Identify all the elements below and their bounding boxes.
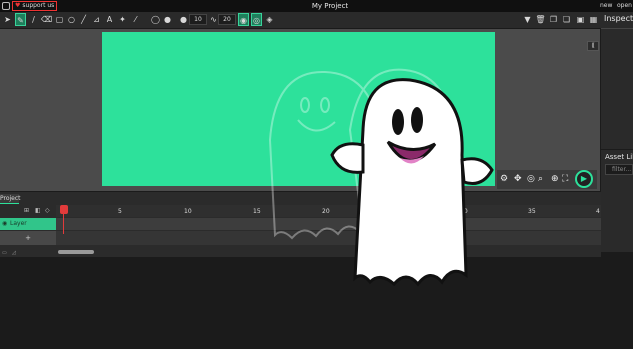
eyedropper-tool-icon[interactable]: ⁄ [130, 13, 141, 26]
stroke-color-icon[interactable]: ◯ [150, 13, 161, 26]
layer-name[interactable]: Layer [10, 218, 27, 230]
heart-icon: ♥ [15, 2, 21, 9]
line-tool-icon[interactable]: ╱ [78, 13, 89, 26]
playhead-line [63, 214, 64, 234]
move-view-icon[interactable]: ✥ [514, 173, 522, 185]
fill-color-icon[interactable]: ● [162, 13, 173, 26]
onion-layers-icon[interactable]: ⚙ [500, 173, 508, 185]
delete-icon[interactable]: 🗑 [535, 13, 546, 26]
cursor-tool-icon[interactable]: ➤ [2, 13, 13, 26]
vector-mode-icon[interactable]: ◈ [264, 13, 275, 26]
inspector-divider [601, 28, 633, 29]
tween-icon[interactable]: ◇ [45, 207, 50, 214]
frame-tick: 5 [118, 208, 122, 215]
group-icon[interactable]: ▣ [575, 13, 586, 26]
layer-row[interactable] [0, 218, 56, 230]
center-icon[interactable]: ⊕ [551, 173, 559, 185]
zoom-fit-icon[interactable]: ◎ [527, 173, 535, 185]
frame-tick: 35 [528, 208, 536, 215]
paste-icon[interactable]: ❏ [561, 13, 572, 26]
app-logo-icon [2, 2, 10, 10]
collapse-panel-icon[interactable]: ⟪ [587, 41, 599, 51]
brush-tool-icon[interactable]: ✎ [15, 13, 26, 26]
onion-skin-toggle-icon[interactable]: ◎ [251, 13, 262, 26]
keyframe-icon[interactable]: ◧ [35, 207, 41, 214]
text-tool-icon[interactable]: A [104, 13, 115, 26]
pencil-tool-icon[interactable]: ∕ [28, 13, 39, 26]
support-us-button[interactable]: ♥ support us [12, 1, 57, 11]
dropdown-arrow-icon[interactable]: ▼ [522, 13, 533, 26]
toolbar: ➤ ✎ ∕ ⌫ ▢ ○ ╱ ⊿ A ✦ ⁄ ◯ ● ● 10 ∿ 20 ◉ ◎ … [0, 12, 633, 29]
fill-bucket-tool-icon[interactable]: ⊿ [91, 13, 102, 26]
inspector-title: Inspector [604, 14, 633, 23]
eraser-tool-icon[interactable]: ⌫ [41, 13, 52, 26]
paint-tool-icon[interactable]: ✦ [117, 13, 128, 26]
brush-size-icon: ● [180, 15, 187, 24]
stroke-width-input[interactable]: 10 [189, 14, 207, 25]
asset-filter-input[interactable]: filter... [605, 164, 633, 175]
tab-project[interactable]: Project [0, 194, 21, 204]
settings-icon[interactable]: ▦ [588, 13, 599, 26]
timeline-scrollbar[interactable] [58, 250, 94, 254]
pressure-toggle-icon[interactable]: ◉ [238, 13, 249, 26]
ellipse-tool-icon[interactable]: ○ [66, 13, 77, 26]
zoom-icon[interactable]: ⌕ [538, 173, 543, 185]
rectangle-tool-icon[interactable]: ▢ [54, 13, 65, 26]
asset-library-title: Asset Library [605, 153, 633, 161]
audio-icon[interactable]: ◿ [12, 250, 16, 256]
play-button[interactable]: ▶ [575, 170, 593, 188]
layer-visibility-icon[interactable]: ◉ [2, 218, 7, 230]
copy-icon[interactable]: ❐ [548, 13, 559, 26]
frame-tick: 10 [184, 208, 192, 215]
add-frame-icon[interactable]: ⊞ [24, 207, 29, 214]
add-layer-button[interactable]: + [0, 231, 56, 245]
zoom-out-icon[interactable]: ▭ [2, 250, 7, 256]
support-us-label: support us [22, 2, 55, 9]
inspector-panel [601, 12, 633, 149]
open-project-link[interactable]: open [617, 0, 632, 12]
project-title[interactable]: My Project [280, 0, 380, 12]
smoothing-input[interactable]: 20 [218, 14, 236, 25]
new-project-link[interactable]: new [600, 0, 612, 12]
frame-tick: 4 [596, 208, 600, 215]
ghost-illustration [268, 68, 494, 287]
playhead[interactable] [60, 205, 68, 214]
fullscreen-icon[interactable]: ⛶ [562, 173, 568, 185]
